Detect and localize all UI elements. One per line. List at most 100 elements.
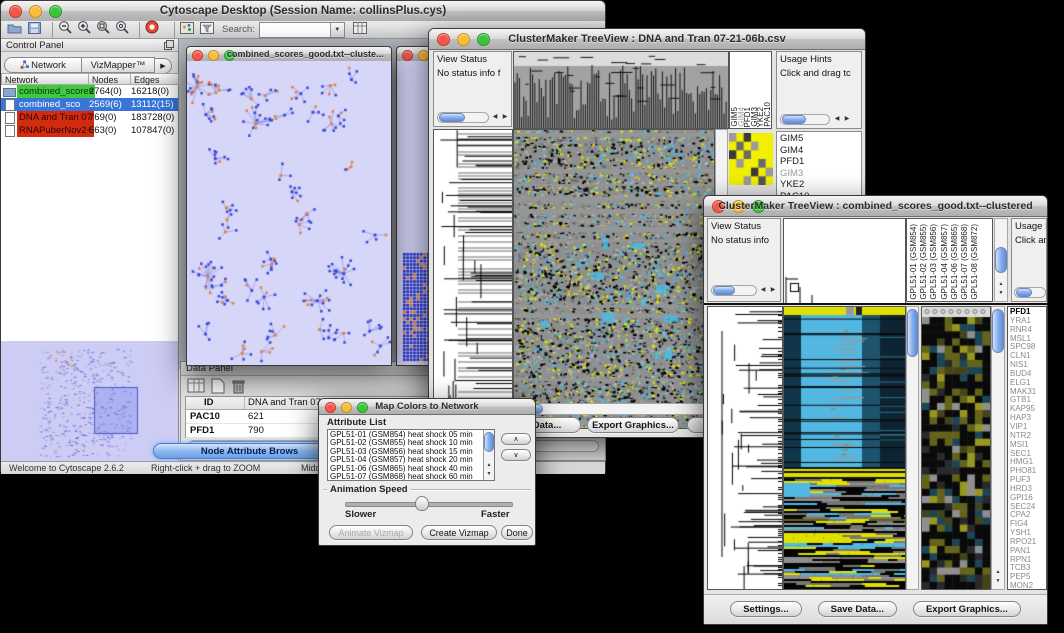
zoom-in-icon[interactable] — [77, 20, 91, 39]
search-label: Search: — [222, 24, 255, 35]
zoom-fit-icon[interactable] — [115, 20, 129, 39]
tv2-gene-list[interactable]: PFD1YRA1RNR4MSL1SPC98CLN1NIS1BUD4ELG1MAK… — [1007, 306, 1047, 590]
file-icon — [5, 112, 15, 124]
filter-icon[interactable] — [200, 21, 214, 39]
scroll-right-icon[interactable]: ▶ — [500, 114, 510, 121]
network-edges: 16218(0) — [131, 85, 169, 98]
tv1-column-dendrogram[interactable] — [513, 51, 729, 129]
close-button[interactable] — [192, 50, 203, 61]
scroll-down-icon[interactable]: ▼ — [996, 290, 1006, 297]
attribute-list-item[interactable]: GPL51-07 (GSM868) heat shock 60 min — [328, 473, 494, 481]
scroll-down-icon[interactable]: ▼ — [993, 578, 1003, 585]
network-list-row[interactable]: combined_scores2764(0)16218(0) — [1, 85, 178, 98]
tv2-status-hscrollbar[interactable] — [711, 285, 757, 296]
search-dropdown-icon[interactable]: ▼ — [330, 23, 344, 37]
network-name: RNAPuberNov2+ — [17, 124, 94, 137]
minimize-button[interactable] — [208, 50, 219, 61]
save-session-icon[interactable] — [28, 21, 41, 39]
scroll-right-icon[interactable]: ▶ — [768, 287, 778, 294]
gene-label[interactable]: MON2 — [1008, 582, 1046, 590]
tv2-zoom-heatmap[interactable] — [921, 306, 991, 590]
tv2-button[interactable]: Save Data... — [818, 601, 897, 617]
speed-slider-thumb[interactable] — [415, 496, 429, 511]
move-down-button[interactable]: ∨ — [501, 449, 531, 461]
tv1-column-label: PAC10 — [765, 102, 772, 127]
move-up-button[interactable]: ∧ — [501, 433, 531, 445]
scroll-up-icon[interactable]: ▲ — [484, 462, 494, 469]
scroll-left-icon[interactable]: ◀ — [490, 114, 500, 121]
tv2-column-label: GPL51-07 (GSM868) — [961, 224, 969, 300]
speed-slider-track[interactable] — [345, 502, 513, 507]
snapshot-icon[interactable] — [180, 21, 194, 39]
folder-icon — [3, 88, 16, 97]
scroll-up-icon[interactable]: ▲ — [993, 569, 1003, 576]
tv1-row-dendrogram[interactable] — [433, 129, 513, 429]
animate-vizmap-button[interactable]: Animate Vizmap — [329, 525, 413, 540]
birdseye-view[interactable] — [1, 341, 178, 469]
dp-col-id[interactable]: ID — [204, 397, 214, 409]
tv1-status-hscrollbar[interactable] — [437, 112, 489, 123]
done-button[interactable]: Done — [501, 525, 533, 540]
treeview2-titlebar[interactable]: ClusterMaker TreeView : combined_scores_… — [704, 196, 1047, 217]
tv1-heatmap[interactable] — [513, 129, 715, 429]
tv2-heatmap[interactable] — [783, 306, 906, 590]
close-button[interactable] — [402, 50, 413, 61]
search-input[interactable]: ▼ — [259, 22, 345, 38]
col-network[interactable]: Network — [1, 73, 89, 85]
tv2-usage-hscrollbar[interactable] — [1014, 287, 1046, 298]
tv2-zoom-vscrollbar[interactable]: ▲ ▼ — [991, 306, 1005, 590]
toolbar-separator — [52, 22, 53, 38]
control-panel-tabs: NetworkVizMapper™▶ — [4, 55, 176, 71]
attribute-list-label: Attribute List — [327, 417, 386, 428]
tv1-button[interactable]: Export Graphics... — [587, 417, 679, 433]
main-titlebar[interactable]: Cytoscape Desktop (Session Name: collins… — [1, 1, 605, 22]
tv2-button[interactable]: Export Graphics... — [913, 601, 1021, 617]
scroll-left-icon[interactable]: ◀ — [832, 116, 842, 123]
tab-network[interactable]: Network — [4, 57, 82, 73]
tv2-heatmap-vscrollbar[interactable] — [906, 306, 919, 590]
tv2-column-label: GPL51-02 (GSM855) — [920, 224, 928, 300]
network-window-1-titlebar[interactable]: combined_scores_good.txt--cluste... — [187, 47, 391, 62]
attribute-list-scrollbar[interactable]: ▲ ▼ — [483, 430, 494, 480]
create-vizmap-button[interactable]: Create Vizmap — [421, 525, 497, 540]
network-edges: 183728(0) — [131, 111, 174, 124]
zoom-out-icon[interactable] — [58, 20, 72, 39]
tv2-button-bar: Settings... Save Data... Export Graphics..… — [704, 594, 1047, 624]
network-list-row[interactable]: combined_sco2569(6)13112(15) — [1, 98, 178, 111]
tv1-correlation-minimap[interactable] — [729, 133, 773, 185]
row-id: PFD1 — [190, 424, 214, 437]
treeview1-titlebar[interactable]: ClusterMaker TreeView : DNA and Tran 07-… — [429, 29, 865, 50]
col-edges[interactable]: Edges — [130, 73, 179, 85]
gene-label[interactable]: GIM5 — [777, 133, 861, 145]
help-lifesaver-icon[interactable] — [145, 20, 159, 39]
scroll-right-icon[interactable]: ▶ — [842, 116, 852, 123]
tv2-column-label: GPL51-03 (GSM856) — [930, 224, 938, 300]
scroll-left-icon[interactable]: ◀ — [758, 287, 768, 294]
gene-label[interactable]: PFD1 — [777, 156, 861, 168]
scroll-down-icon[interactable]: ▼ — [484, 471, 494, 478]
gene-label[interactable]: YKE2 — [777, 179, 861, 191]
col-nodes[interactable]: Nodes — [88, 73, 131, 85]
zoom-selected-icon[interactable] — [96, 20, 110, 39]
network-list: combined_scores2764(0)16218(0)combined_s… — [1, 85, 178, 342]
gene-label[interactable]: GIM3 — [777, 168, 861, 180]
network-view-canvas-1[interactable] — [187, 61, 391, 365]
tv2-button[interactable]: Settings... — [730, 601, 801, 617]
tab-vizmapper[interactable]: VizMapper™ — [81, 57, 155, 73]
tv2-collabel-vscrollbar[interactable]: ▲ ▼ — [994, 218, 1008, 302]
tv1-usage-hscrollbar[interactable] — [780, 114, 830, 125]
gene-label[interactable]: GIM4 — [777, 145, 861, 157]
float-panel-icon[interactable] — [164, 40, 174, 54]
open-session-icon[interactable] — [7, 21, 22, 39]
dialog-titlebar[interactable]: Map Colors to Network — [319, 399, 535, 415]
network-list-row[interactable]: RNAPuberNov2+563(0)107847(0) — [1, 124, 178, 137]
network-list-row[interactable]: DNA and Tran 07769(0)183728(0) — [1, 111, 178, 124]
scroll-up-icon[interactable]: ▲ — [996, 281, 1006, 288]
tv2-row-dendrogram[interactable] — [707, 306, 783, 590]
tv2-column-dendrogram[interactable] — [783, 218, 906, 304]
attribute-table-icon[interactable] — [353, 21, 367, 39]
attribute-list[interactable]: GPL51-01 (GSM854) heat shock 05 minGPL51… — [327, 429, 495, 481]
tab-overflow-icon[interactable]: ▶ — [154, 58, 172, 74]
tv2-usage-message: Click and — [1012, 235, 1046, 249]
row-value: 621 — [248, 410, 264, 423]
